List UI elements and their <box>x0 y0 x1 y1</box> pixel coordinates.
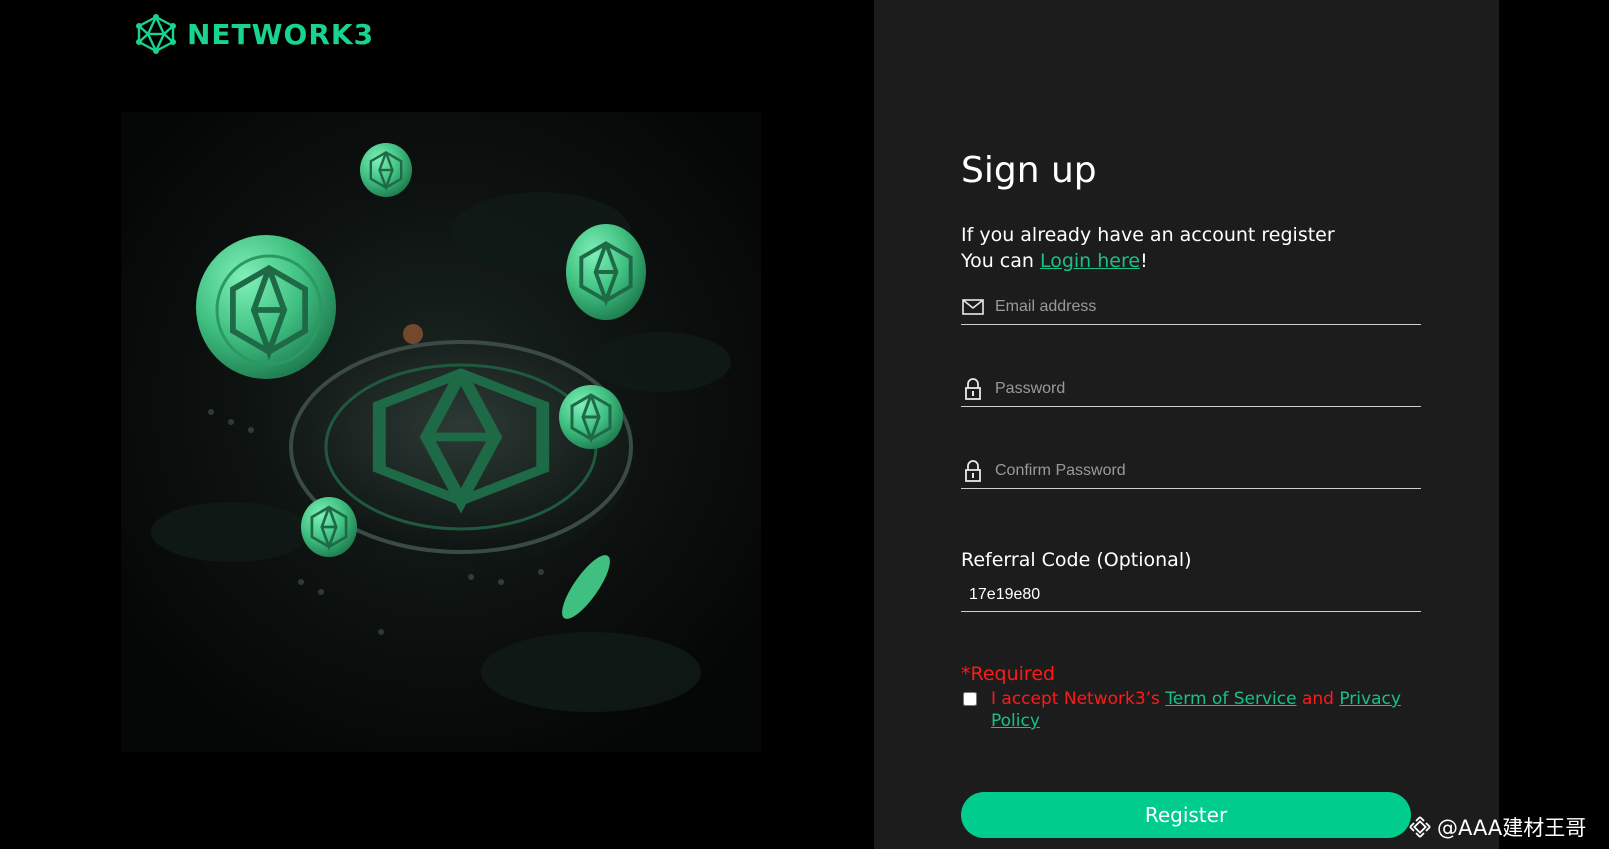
accept-prefix: I accept Network3’s <box>991 689 1166 709</box>
page-title: Sign up <box>961 150 1097 191</box>
login-prompt-line2: You can Login here! <box>961 248 1421 274</box>
network3-logo-icon <box>136 14 176 54</box>
binance-diamond-icon <box>1409 816 1431 838</box>
login-prompt: If you already have an account register … <box>961 222 1421 274</box>
login-prompt-suffix: ! <box>1140 250 1148 272</box>
watermark-text: @AAA建材王哥 <box>1437 816 1587 840</box>
password-input[interactable] <box>995 380 1421 398</box>
email-input[interactable] <box>995 298 1421 316</box>
brand-logo[interactable]: NETWORK3 <box>133 14 374 54</box>
confirm-password-input[interactable] <box>995 462 1421 480</box>
required-notice: *Required <box>961 663 1056 685</box>
accept-terms-checkbox[interactable] <box>963 692 977 706</box>
login-link[interactable]: Login here <box>1040 250 1140 272</box>
lock-icon <box>961 378 985 400</box>
email-field <box>961 290 1421 325</box>
terms-of-service-link[interactable]: Term of Service <box>1165 689 1296 709</box>
password-field <box>961 372 1421 407</box>
hero-coins-illustration <box>121 112 761 752</box>
watermark: @AAA建材王哥 <box>1409 812 1586 842</box>
referral-code-input[interactable] <box>961 585 1409 604</box>
referral-code-field <box>961 578 1421 612</box>
confirm-password-field <box>961 454 1421 489</box>
register-button[interactable]: Register <box>961 792 1411 838</box>
right-gutter <box>1499 0 1609 849</box>
login-prompt-prefix: You can <box>961 250 1040 272</box>
login-prompt-line1: If you already have an account register <box>961 224 1335 246</box>
hero-panel: NETWORK3 <box>0 0 874 849</box>
and-text: and <box>1296 689 1340 709</box>
referral-code-label: Referral Code (Optional) <box>961 549 1192 571</box>
terms-row: I accept Network3’s Term of Service and … <box>961 688 1421 732</box>
brand-name: NETWORK3 <box>187 17 375 51</box>
terms-text: I accept Network3’s Term of Service and … <box>991 688 1411 732</box>
envelope-icon <box>961 296 985 318</box>
lock-icon <box>961 460 985 482</box>
